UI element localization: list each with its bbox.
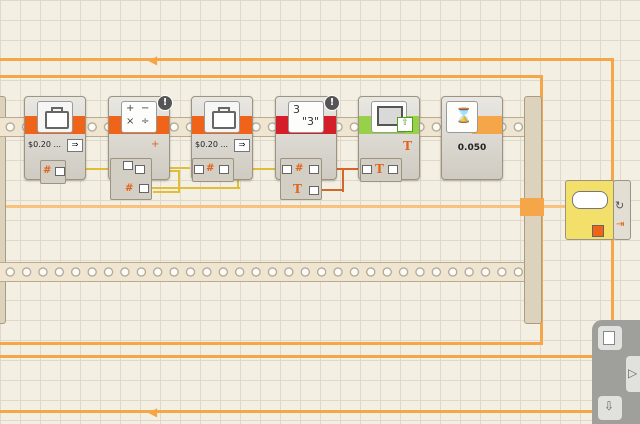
number-port[interactable] — [282, 165, 292, 174]
variable-write-icon: ⇒ — [234, 139, 250, 152]
display-plug[interactable]: T — [360, 158, 402, 182]
loop-repeat-tab[interactable]: ↻ ⇥ — [613, 180, 631, 240]
wire-arrow-left-icon: ◀ — [148, 405, 158, 419]
warning-icon: ! — [324, 95, 340, 111]
text-port[interactable] — [388, 165, 398, 174]
briefcase-icon — [37, 101, 73, 133]
convert-plug[interactable]: # T — [280, 158, 322, 200]
nav-down-icon[interactable]: ⇩ — [598, 396, 622, 420]
lower-sequence-wire — [0, 410, 640, 413]
text-port[interactable] — [309, 186, 319, 195]
branch-connector — [520, 198, 544, 216]
loop-control-block[interactable] — [565, 180, 615, 240]
outer-loop-wire-bottom — [0, 355, 614, 358]
nav-block-icon[interactable] — [598, 326, 622, 350]
number-port[interactable] — [194, 165, 204, 174]
number-port[interactable] — [309, 165, 319, 174]
inner-loop-wire-bottom — [0, 342, 543, 345]
repeat-icon: ↻ — [615, 199, 625, 212]
variable-plug-in[interactable]: # — [192, 158, 234, 182]
outer-loop-wire-top — [0, 58, 614, 61]
variable-name-label: $0.20 ... — [195, 140, 229, 149]
variable-write-icon: ⇒ — [67, 139, 83, 152]
display-arrow-icon: ⇧ — [397, 117, 413, 132]
number-port[interactable] — [55, 167, 65, 176]
loop-eye-icon — [572, 191, 608, 209]
wait-time-label: 0.050 — [457, 143, 487, 153]
number-to-text-icon: 3 "3" — [288, 101, 324, 133]
variable-name-label: $0.20 ... — [28, 140, 62, 149]
warning-icon: ! — [157, 95, 173, 111]
math-plug[interactable]: # — [110, 158, 152, 200]
navigation-controller: ▷ ⇩ — [592, 320, 640, 424]
text-port[interactable] — [362, 165, 372, 174]
nav-right-icon[interactable]: ▷ — [626, 356, 640, 392]
hourglass-icon: ⌛ — [446, 101, 478, 133]
variable-plug-out[interactable]: # — [40, 160, 66, 184]
wire-arrow-left-icon: ◀ — [148, 53, 158, 67]
branch-beam-wire — [0, 205, 610, 208]
number-data-wire — [150, 187, 240, 189]
math-operators-icon: + − × ÷ — [121, 101, 157, 133]
math-add-icon: + — [151, 139, 160, 150]
number-port[interactable] — [139, 184, 149, 193]
stop-icon — [592, 225, 604, 237]
input-port-a[interactable] — [123, 161, 133, 170]
number-port[interactable] — [219, 165, 229, 174]
wait-block[interactable]: ⌛ 0.050 — [441, 96, 503, 180]
sequence-beam-empty — [0, 262, 524, 282]
number-port[interactable] — [135, 165, 145, 174]
exit-icon: ⇥ — [616, 219, 625, 230]
inner-loop-wire-top — [0, 75, 543, 78]
briefcase-icon — [204, 101, 240, 133]
